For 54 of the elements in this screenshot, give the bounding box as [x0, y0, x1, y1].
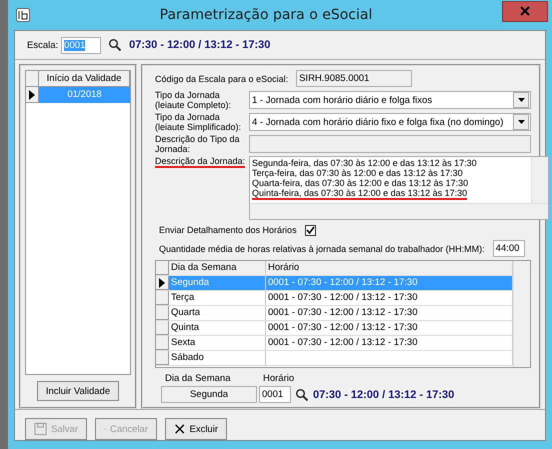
checkbox[interactable]: [304, 224, 316, 236]
field-label: Descrição do Tipo da Jornada:: [155, 134, 241, 154]
table-cell: Quarta: [169, 306, 266, 320]
description-line: Terça-feira, das 07:30 às 12:00 e das 13:12 às 17:30: [252, 168, 463, 178]
app-icon: [16, 8, 30, 22]
vertical-scrollbar[interactable]: [531, 157, 548, 203]
row-pointer-icon: [159, 278, 165, 288]
vertical-scrollbar[interactable]: [513, 261, 530, 367]
schedule-text: 07:30 - 12:00 / 13:12 - 17:30: [129, 39, 270, 51]
row-pointer-icon: [29, 90, 35, 100]
description-line: Quarta-feira, das 07:30 às 12:00 e das 13:12 às 17:30: [252, 178, 468, 188]
schedule-code-field[interactable]: 0001: [259, 386, 291, 403]
dropdown-arrow-icon: [518, 120, 524, 124]
schedule-text: 07:30 - 12:00 / 13:12 - 17:30: [313, 388, 454, 400]
close-icon: [520, 6, 530, 16]
description-textarea[interactable]: [249, 156, 549, 220]
day-field: Segunda: [161, 386, 257, 403]
table-row[interactable]: Terça 0001 - 07:30 - 12:00 / 13:12 - 17:30: [156, 291, 513, 306]
search-icon: [108, 38, 122, 52]
close-icon: [174, 422, 186, 436]
table-cell: Sexta: [169, 336, 266, 350]
field-label: Dia da Semana: [164, 373, 232, 384]
field-label: Código da Escala para o eSocial:: [155, 74, 288, 84]
table-row[interactable]: Quinta 0001 - 07:30 - 12:00 / 13:12 - 17:30: [156, 321, 513, 336]
field-label: Horário: [262, 373, 296, 384]
dropdown-arrow-icon: [518, 98, 524, 102]
code-field: SIRH.9085.0001: [296, 70, 412, 87]
table-row[interactable]: Sexta 0001 - 07:30 - 12:00 / 13:12 - 17:30: [156, 336, 513, 351]
field-label: Descrição da Jornada:: [155, 156, 246, 166]
column-header: Início da Validade: [39, 71, 130, 87]
checkbox-label: Enviar Detalhamento dos Horários: [159, 225, 297, 235]
table-cell: Quinta: [169, 321, 266, 335]
description-line: Segunda-feira, das 07:30 às 12:00 e das 13:12 às 17:30: [252, 158, 477, 168]
table-cell: Terça: [169, 291, 266, 305]
hours-field[interactable]: 44:00: [492, 240, 525, 257]
delete-button[interactable]: Excluir: [165, 418, 227, 440]
escala-label: Escala:: [27, 40, 58, 50]
field-label: Tipo da Jornada (leiaute Completo):: [155, 90, 232, 110]
table-row[interactable]: Sábado: [156, 351, 513, 366]
description-line: Quinta-feira, das 07:30 às 12:00 e das 13:12 às 17:30: [252, 188, 468, 200]
checkmark-icon: [306, 226, 315, 234]
table-cell: Sábado: [169, 351, 266, 365]
horizontal-scrollbar[interactable]: [250, 203, 548, 219]
field-label: Quantidade média de horas relativas à jornada semanal do trabalhador (HH:MM):: [159, 244, 485, 254]
window-title: Parametrização para o eSocial: [158, 7, 374, 23]
table-row[interactable]: Quarta 0001 - 07:30 - 12:00 / 13:12 - 17:30: [156, 306, 513, 321]
table-cell: Segunda: [169, 276, 266, 290]
search-icon: [295, 388, 309, 402]
close-button[interactable]: [502, 0, 548, 22]
column-header: Dia da Semana: [169, 261, 266, 275]
include-validity-button[interactable]: Incluir Validade: [36, 381, 120, 401]
field-label: Tipo da Jornada (leiaute Simplificado):: [155, 112, 242, 132]
dropdown[interactable]: 1 - Jornada com horário diário e folga fixos: [249, 91, 531, 109]
dropdown[interactable]: 4 - Jornada com horário diário fixo e folga fixa (no domingo): [249, 113, 531, 131]
